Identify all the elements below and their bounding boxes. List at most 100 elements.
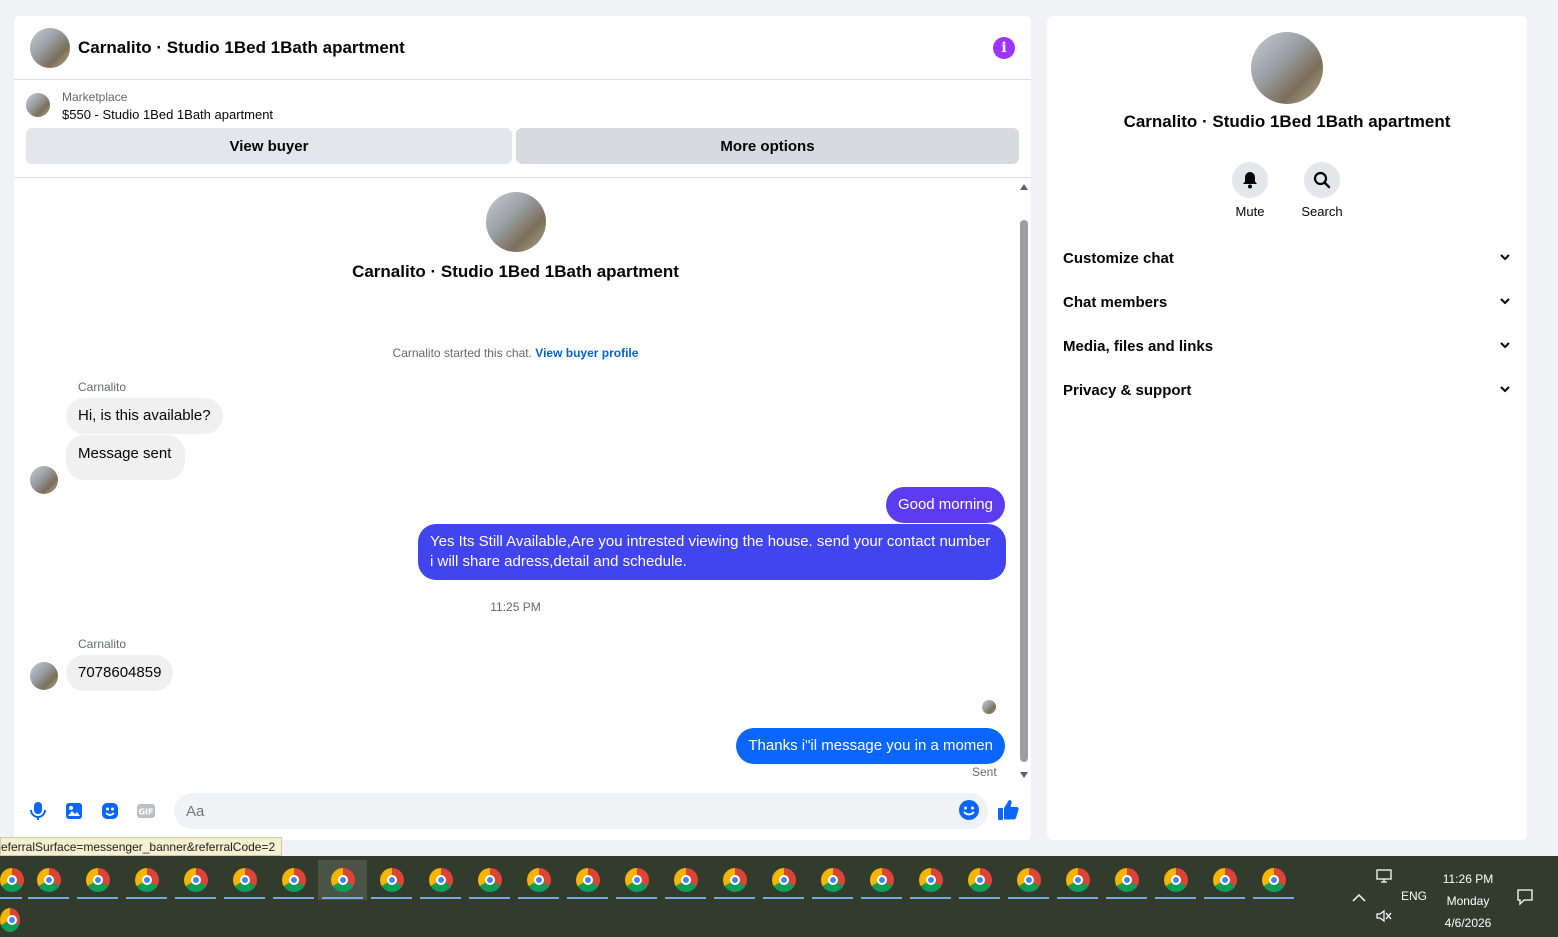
chrome-icon[interactable] [1053,860,1102,900]
marketplace-label: Marketplace [62,90,128,104]
chrome-icon[interactable] [1249,860,1298,900]
section-customize-chat[interactable]: Customize chat [1063,240,1511,276]
sender-avatar[interactable] [30,662,58,690]
section-label: Privacy & support [1063,381,1192,399]
intro-avatar [485,192,546,252]
info-icon[interactable]: i [993,36,1015,59]
bell-icon[interactable] [1232,162,1268,198]
search-button[interactable]: Search [1292,162,1352,219]
mute-button[interactable]: Mute [1220,162,1280,219]
message-bubble[interactable]: Good morning [885,487,1005,523]
chrome-icon[interactable] [955,860,1004,900]
message-bubble[interactable]: 7078604859 [66,655,174,691]
chrome-icon[interactable] [171,860,220,900]
section-privacy-support[interactable]: Privacy & support [1063,372,1511,408]
clock-time: 11:26 PM [1442,872,1494,886]
chat-title[interactable]: Carnalito · Studio 1Bed 1Bath apartment [78,38,405,58]
chrome-icon[interactable] [1102,860,1151,900]
notifications-icon[interactable] [1516,888,1534,911]
chrome-icon[interactable] [1004,860,1053,900]
listing-thumbnail[interactable] [26,93,50,117]
clock-date: 4/6/2026 [1444,916,1492,930]
url-status-bar: eferralSurface=messenger_banner&referral… [0,837,283,856]
view-buyer-profile-link[interactable]: View buyer profile [535,346,638,360]
chrome-icon[interactable] [73,860,122,900]
volume-muted-icon[interactable] [1375,908,1393,929]
chrome-icon[interactable] [906,860,955,900]
section-media-files-links[interactable]: Media, files and links [1063,328,1511,364]
chat-intro: Carnalito · Studio 1Bed 1Bath apartment [14,192,1017,282]
thumbs-up-icon[interactable] [996,798,1020,827]
chevron-down-icon [1499,294,1511,311]
chrome-icon[interactable] [808,860,857,900]
chrome-icon[interactable] [857,860,906,900]
sender-name: Carnalito [78,380,127,394]
chat-started-notice: Carnalito started this chat. View buyer … [14,346,1017,360]
message-bubble[interactable]: Thanks i"il message you in a momen [736,728,1005,764]
gif-icon[interactable]: GIF [134,799,158,823]
mute-label: Mute [1235,204,1265,219]
scroll-thumb[interactable] [1020,220,1028,762]
chrome-icon[interactable] [514,860,563,900]
chrome-icon[interactable] [269,860,318,900]
view-buyer-button[interactable]: View buyer [26,128,512,164]
section-label: Media, files and links [1063,337,1214,355]
message-bubble[interactable]: Yes Its Still Available,Are you intreste… [418,524,1006,580]
chrome-icon-active[interactable] [318,860,367,900]
chrome-icon[interactable] [759,860,808,900]
chat-avatar[interactable] [30,27,70,68]
more-options-button[interactable]: More options [516,128,1019,164]
search-label: Search [1301,204,1343,219]
intro-title: Carnalito · Studio 1Bed 1Bath apartment [352,262,679,281]
message-scrollbar[interactable] [1017,180,1031,780]
chrome-icon[interactable] [661,860,710,900]
started-text: Carnalito started this chat. [392,346,532,360]
image-icon[interactable] [62,799,86,823]
marketplace-banner: Marketplace $550 - Studio 1Bed 1Bath apa… [14,80,1031,178]
section-label: Customize chat [1063,249,1174,267]
chrome-icon[interactable] [1200,860,1249,900]
chevron-up-icon[interactable] [1352,890,1366,908]
network-icon[interactable] [1375,868,1393,889]
chrome-icon[interactable] [416,860,465,900]
chrome-icon[interactable] [563,860,612,900]
listing-title[interactable]: $550 - Studio 1Bed 1Bath apartment [62,107,273,122]
sender-name: Carnalito [78,637,127,651]
microphone-icon[interactable] [26,799,50,823]
chrome-icon[interactable] [612,860,661,900]
message-bubble[interactable]: Message sent [66,435,186,480]
sender-avatar[interactable] [30,466,58,494]
chat-header: Carnalito · Studio 1Bed 1Bath apartment … [14,16,1031,80]
info-title: Carnalito · Studio 1Bed 1Bath apartment [1123,112,1451,131]
chrome-icon[interactable] [0,860,24,900]
chrome-icon[interactable] [465,860,514,900]
chat-info-panel: Carnalito · Studio 1Bed 1Bath apartment … [1047,16,1527,840]
message-timestamp: 11:25 PM [490,600,541,614]
clock[interactable]: 11:26 PM Monday 4/6/2026 [1424,868,1512,934]
chrome-icon[interactable] [24,860,73,900]
message-list: Carnalito · Studio 1Bed 1Bath apartment … [14,180,1017,780]
chevron-down-icon [1499,338,1511,355]
chrome-icon[interactable] [220,860,269,900]
composer: GIF [14,790,1031,832]
chrome-icon[interactable] [710,860,759,900]
chrome-icon[interactable] [0,908,20,932]
chat-panel: Carnalito · Studio 1Bed 1Bath apartment … [14,16,1031,840]
search-icon[interactable] [1304,162,1340,198]
scroll-down-arrow[interactable] [1020,772,1028,778]
chrome-icon[interactable] [367,860,416,900]
message-input[interactable] [174,793,988,829]
chrome-icon[interactable] [122,860,171,900]
section-label: Chat members [1063,293,1168,311]
clock-day: Monday [1446,894,1490,908]
scroll-up-arrow[interactable] [1020,184,1028,190]
info-avatar[interactable] [1251,32,1323,104]
emoji-icon[interactable] [958,799,980,826]
message-bubble[interactable]: Hi, is this available? [66,398,223,434]
seen-avatar [982,700,996,714]
chevron-down-icon [1499,250,1511,267]
sticker-icon[interactable] [98,799,122,823]
svg-text:GIF: GIF [138,808,153,817]
section-chat-members[interactable]: Chat members [1063,284,1511,320]
chrome-icon[interactable] [1151,860,1200,900]
